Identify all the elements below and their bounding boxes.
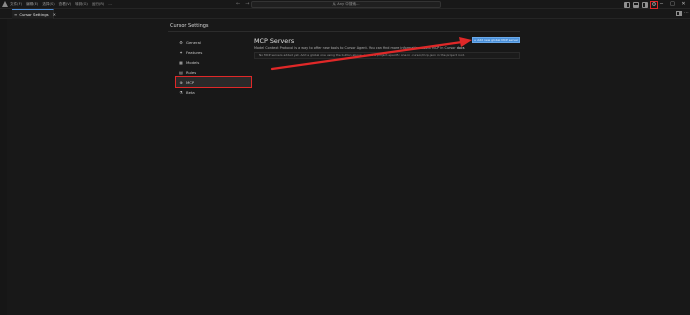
menu-run[interactable]: 运行(R) (92, 1, 105, 8)
menu-file[interactable]: 文件(F) (10, 1, 22, 8)
minimize-icon[interactable]: ─ (656, 0, 667, 9)
sidebar-item-label: MCP (186, 79, 195, 85)
menu-more[interactable]: ... (108, 1, 111, 8)
window-controls: ─ □ ✕ (656, 0, 689, 9)
settings-divider (168, 31, 520, 32)
sidebar-item-label: General (186, 39, 201, 45)
sidebar-item-models[interactable]: ▦ Models (176, 57, 251, 67)
menu-edit[interactable]: 编辑(E) (26, 1, 38, 8)
close-window-icon[interactable]: ✕ (678, 0, 689, 9)
editor-tab-bar: ≡ Cursor Settings ✕ ⋯ (0, 9, 690, 19)
menu-bar: 文件(F) 编辑(E) 选择(S) 查看(V) 转到(G) 运行(R) ... (10, 1, 112, 8)
add-global-mcp-server-button[interactable]: + Add new global MCP server (472, 37, 520, 43)
docs-link[interactable]: docs (457, 46, 465, 50)
settings-sidebar: ⚙ General ✦ Features ▦ Models ▤ Rules ⊕ … (175, 37, 252, 97)
mcp-empty-state: No MCP servers added yet. Add a global o… (254, 52, 520, 59)
empty-state-text: No MCP servers added yet. Add a global o… (259, 53, 465, 57)
sparkle-icon: ✦ (179, 49, 183, 55)
toggle-secondary-sidebar-icon[interactable] (642, 2, 648, 8)
gear-icon: ⚙ (179, 39, 183, 45)
activity-bar (0, 19, 7, 315)
menu-view[interactable]: 查看(V) (59, 1, 71, 8)
add-button-label: + Add new global MCP server (473, 38, 519, 42)
command-center-search[interactable]: 从 Any 中搜索... (251, 1, 441, 8)
menu-go[interactable]: 转到(G) (75, 1, 88, 8)
plug-icon: ⊕ (179, 79, 183, 85)
cursor-logo-icon (2, 1, 8, 7)
split-editor-icon[interactable] (676, 11, 682, 16)
back-arrow-icon[interactable]: ← (236, 1, 240, 8)
sidebar-item-general[interactable]: ⚙ General (176, 37, 251, 47)
editor-area (0, 19, 690, 315)
flask-icon: ⚗ (179, 89, 183, 95)
title-bar: 文件(F) 编辑(E) 选择(S) 查看(V) 转到(G) 运行(R) ... … (0, 0, 690, 9)
sidebar-item-label: Beta (186, 89, 195, 95)
tab-label: Cursor Settings (19, 12, 49, 17)
close-tab-icon[interactable]: ✕ (53, 12, 56, 17)
document-icon: ▤ (179, 69, 183, 75)
maximize-icon[interactable]: □ (667, 0, 678, 9)
toggle-panel-icon[interactable] (633, 2, 639, 8)
command-center-text: 从 Any 中搜索... (332, 2, 360, 6)
tab-cursor-settings[interactable]: ≡ Cursor Settings ✕ (12, 9, 56, 19)
sidebar-item-label: Rules (186, 69, 197, 75)
sidebar-item-label: Features (186, 49, 203, 55)
settings-file-icon: ≡ (14, 12, 18, 17)
sidebar-item-mcp[interactable]: ⊕ MCP (175, 76, 252, 88)
mcp-section-title: MCP Servers (254, 37, 295, 45)
toggle-sidebar-icon[interactable] (624, 2, 630, 8)
mcp-description: Model Context Protocol is a way to offer… (254, 46, 466, 50)
sidebar-item-beta[interactable]: ⚗ Beta (176, 87, 251, 97)
forward-arrow-icon[interactable]: → (245, 1, 249, 8)
cube-icon: ▦ (179, 59, 183, 65)
navigation-arrows: ← → (236, 1, 249, 8)
menu-selection[interactable]: 选择(S) (42, 1, 54, 8)
more-actions-icon[interactable]: ⋯ (684, 9, 689, 18)
sidebar-item-rules[interactable]: ▤ Rules (176, 67, 251, 77)
layout-controls: ⚙ (624, 1, 658, 9)
mcp-description-text: Model Context Protocol is a way to offer… (254, 46, 456, 50)
sidebar-item-features[interactable]: ✦ Features (176, 47, 251, 57)
sidebar-item-label: Models (186, 59, 200, 65)
settings-title: Cursor Settings (170, 23, 209, 29)
